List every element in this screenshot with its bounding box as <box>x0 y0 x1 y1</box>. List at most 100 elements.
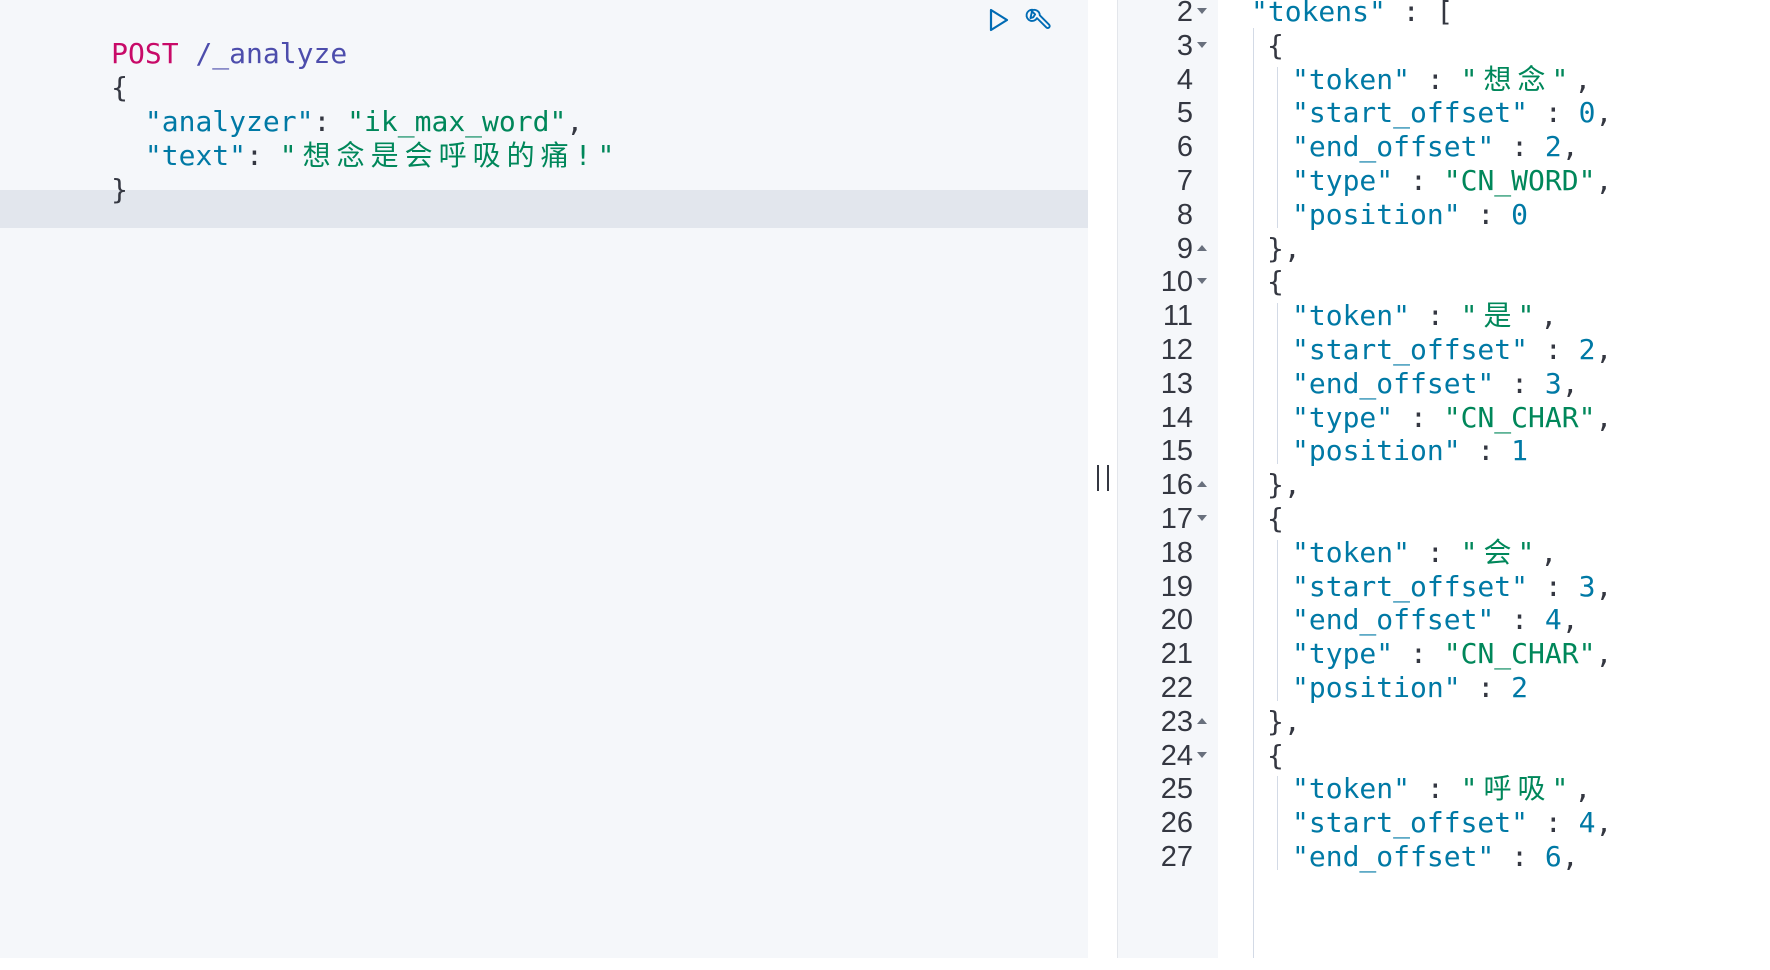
line-number: 6 <box>1176 131 1193 164</box>
response-line[interactable]: 5 "start_offset" : 0, <box>1117 94 1770 132</box>
response-line[interactable]: 3{ <box>1117 27 1770 65</box>
token-punc: , <box>1595 164 1613 197</box>
response-line[interactable]: 11 "token" : "是", <box>1117 297 1770 335</box>
line-number: 4 <box>1176 63 1193 96</box>
response-line[interactable]: 24 { <box>1117 737 1770 775</box>
line-number: 11 <box>1162 300 1193 333</box>
token-num: 4 <box>1578 806 1596 840</box>
response-line[interactable]: 8 "position" : 0 <box>1117 196 1770 234</box>
fold-arrow-up-icon[interactable] <box>1197 717 1207 724</box>
code-text: "end_offset" : 4, <box>1292 601 1579 639</box>
code-text: }, <box>1267 466 1301 504</box>
response-line[interactable]: 22 "position" : 2 <box>1117 669 1770 707</box>
fold-arrow-down-icon[interactable] <box>1197 8 1207 14</box>
response-line[interactable]: 12 "start_offset" : 2, <box>1117 331 1770 369</box>
line-number: 19 <box>1160 570 1193 603</box>
code-text: "end_offset" : 3, <box>1292 365 1579 403</box>
fold-arrow-down-icon[interactable] <box>1197 515 1207 521</box>
bottom-edge <box>0 958 1770 970</box>
response-line[interactable]: 13 "end_offset" : 3, <box>1117 365 1770 403</box>
token-punc: { <box>1267 502 1284 535</box>
code-text: "start_offset" : 0, <box>1292 94 1612 132</box>
token-num: 3 <box>1544 366 1562 400</box>
token-str: "CN_CHAR" <box>1443 400 1596 434</box>
line-number: 22 <box>1160 672 1193 704</box>
fold-arrow-down-icon[interactable] <box>1197 278 1207 285</box>
indent-guide <box>1277 66 1278 228</box>
token-punc: , <box>1595 637 1613 671</box>
line-number: 9 <box>1176 232 1193 265</box>
response-line[interactable]: 26 "start_offset" : 4, <box>1117 804 1770 842</box>
line-number: 20 <box>1160 604 1193 637</box>
token-punc: : <box>1410 772 1461 806</box>
text-key: "text" <box>144 139 247 172</box>
response-line[interactable]: 18 "token" : "会", <box>1117 534 1770 572</box>
response-line[interactable]: 15 "position" : 1 <box>1117 432 1770 470</box>
line-number: 15 <box>1160 435 1193 468</box>
line-number: 17 <box>1160 503 1193 535</box>
response-line[interactable]: 25 "token" : "呼吸", <box>1117 770 1770 808</box>
response-line[interactable]: 21 "type" : "CN_CHAR", <box>1117 635 1770 673</box>
token-key: "start_offset" <box>1292 333 1529 366</box>
fold-arrow-down-icon[interactable] <box>1197 751 1207 758</box>
token-punc: : <box>1528 806 1579 840</box>
fold-arrow-up-icon[interactable] <box>1197 244 1207 251</box>
fold-arrow-down-icon[interactable] <box>1197 41 1207 48</box>
line-number: 24 <box>1160 739 1193 772</box>
pane-resizer[interactable] <box>1088 0 1117 958</box>
token-num: 0 <box>1578 96 1596 130</box>
token-punc: , <box>1595 806 1613 840</box>
response-viewer[interactable]: 2 "tokens" : [3{4 "token" : "想念", 5 "start_o… <box>1117 0 1770 958</box>
wrench-icon[interactable] <box>1023 6 1051 34</box>
response-line[interactable]: 17 { <box>1117 500 1770 538</box>
line-number: 18 <box>1160 536 1193 569</box>
response-line[interactable]: 23}, <box>1117 703 1770 741</box>
token-key: "start_offset" <box>1292 96 1529 130</box>
code-text: "start_offset" : 3, <box>1292 568 1612 606</box>
code-text: "position" : 2 <box>1292 669 1528 707</box>
request-line-text[interactable]: "text": "想念是会呼吸的痛!" <box>10 99 620 172</box>
token-punc: , <box>1561 366 1579 400</box>
code-text: "type" : "CN_WORD", <box>1292 162 1612 200</box>
token-key: "position" <box>1292 671 1461 704</box>
response-line[interactable]: 4 "token" : "想念", <box>1117 61 1770 99</box>
token-punc: : <box>1410 62 1461 96</box>
response-line[interactable]: 19 "start_offset" : 3, <box>1117 568 1770 606</box>
code-text: }, <box>1267 703 1301 741</box>
token-punc: : <box>1494 603 1545 637</box>
response-line[interactable]: 7 "type" : "CN_WORD", <box>1117 162 1770 200</box>
response-line[interactable]: 9}, <box>1117 230 1770 268</box>
request-line-close[interactable]: } <box>10 133 128 206</box>
token-key: "start_offset" <box>1292 569 1529 603</box>
response-line[interactable]: 27 "end_offset" : 6, <box>1117 838 1770 876</box>
code-text: }, <box>1267 230 1301 268</box>
active-line-highlight <box>0 190 1088 228</box>
response-line[interactable]: 14 "type" : "CN_CHAR", <box>1117 399 1770 437</box>
response-line[interactable]: 16}, <box>1117 466 1770 504</box>
token-punc: : <box>1528 96 1579 130</box>
resizer-grip-icon[interactable] <box>1097 465 1109 491</box>
token-str: "呼吸" <box>1460 772 1575 806</box>
request-editor[interactable]: POST /_analyze { "analyzer": "ik_max_wor… <box>0 0 1088 958</box>
token-punc: : <box>1410 299 1461 333</box>
token-punc: : <box>1393 400 1444 434</box>
token-punc: { <box>1267 28 1284 62</box>
request-line-open[interactable]: { <box>10 31 128 104</box>
token-punc: , <box>1561 130 1579 164</box>
fold-arrow-up-icon[interactable] <box>1197 481 1207 488</box>
response-line[interactable]: 10 { <box>1117 263 1770 301</box>
request-line-analyzer[interactable]: "analyzer": "ik_max_word", <box>10 65 583 138</box>
token-punc: }, <box>1267 231 1301 265</box>
play-icon[interactable] <box>985 6 1013 34</box>
response-line[interactable]: 6 "end_offset" : 2, <box>1117 128 1770 166</box>
token-punc: : <box>1494 366 1545 400</box>
token-punc: , <box>1561 840 1579 873</box>
code-text: { <box>1267 500 1284 538</box>
line-number: 23 <box>1160 705 1193 738</box>
line-number: 16 <box>1160 469 1193 502</box>
response-line[interactable]: 20 "end_offset" : 4, <box>1117 601 1770 639</box>
request-line-method[interactable]: POST /_analyze <box>10 0 347 70</box>
code-text: "position" : 0 <box>1292 196 1528 234</box>
token-key: "token" <box>1292 535 1411 569</box>
code-text: "token" : "呼吸", <box>1292 770 1591 808</box>
